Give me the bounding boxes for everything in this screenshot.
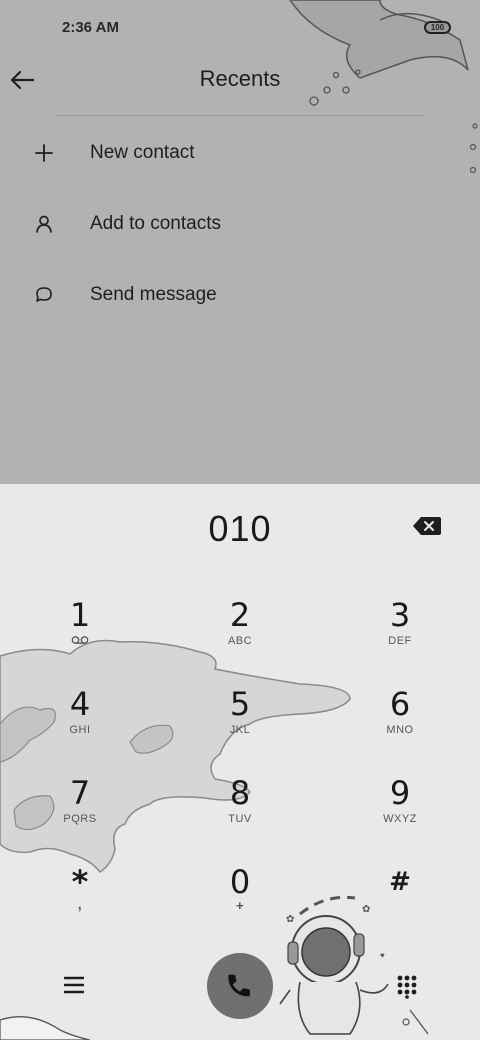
person-icon xyxy=(36,215,52,233)
key-2[interactable]: 2 ABC xyxy=(180,597,300,677)
key-star[interactable]: * , xyxy=(20,864,140,944)
dialer-panel: ✿ ♥ ✿ 010 1 2 ABC 3 DEF 4 GHI 5 JKL 6 MN… xyxy=(0,484,480,1040)
hamburger-menu-icon xyxy=(64,976,84,994)
key-9[interactable]: 9 WXYZ xyxy=(340,775,460,855)
key-hash[interactable]: # xyxy=(340,864,460,944)
call-button[interactable] xyxy=(207,953,273,1019)
key-digit: 9 xyxy=(389,774,411,812)
key-digit: 4 xyxy=(69,685,91,723)
new-contact-item[interactable]: New contact xyxy=(0,128,430,178)
key-6[interactable]: 6 MNO xyxy=(340,686,460,766)
dialed-number[interactable]: 010 xyxy=(0,508,480,550)
key-digit: # xyxy=(389,867,411,897)
key-0[interactable]: 0 + xyxy=(180,864,300,944)
key-digit: 8 xyxy=(229,774,251,812)
status-time: 2:36 AM xyxy=(62,19,119,36)
backspace-button[interactable] xyxy=(410,514,444,538)
key-letters: WXYZ xyxy=(383,813,417,825)
key-digit: 6 xyxy=(389,685,411,723)
title-divider xyxy=(56,115,424,116)
key-8[interactable]: 8 TUV xyxy=(180,775,300,855)
key-digit: 0 xyxy=(229,863,251,901)
key-letters: + xyxy=(235,898,245,913)
add-to-contacts-label: Add to contacts xyxy=(90,213,221,234)
dialpad-icon xyxy=(397,975,417,999)
keypad-toggle-button[interactable] xyxy=(390,970,424,1004)
key-letters: GHI xyxy=(69,724,91,736)
backspace-icon xyxy=(413,517,441,535)
svg-text:♥: ♥ xyxy=(380,951,385,960)
plus-icon xyxy=(35,144,53,162)
key-digit: 1 xyxy=(69,596,91,634)
phone-icon xyxy=(228,974,250,997)
key-letters: JKL xyxy=(229,724,251,736)
key-1[interactable]: 1 xyxy=(20,597,140,677)
send-message-label: Send message xyxy=(90,284,217,305)
key-7[interactable]: 7 PQRS xyxy=(20,775,140,855)
key-letters: , xyxy=(77,896,83,912)
key-letters: TUV xyxy=(228,813,252,825)
key-3[interactable]: 3 DEF xyxy=(340,597,460,677)
add-to-contacts-item[interactable]: Add to contacts xyxy=(0,199,430,249)
key-letters: PQRS xyxy=(63,813,97,825)
battery-icon: 100 xyxy=(424,21,451,34)
key-digit: 3 xyxy=(389,596,411,634)
key-letters: MNO xyxy=(386,724,414,736)
chat-bubble-icon xyxy=(36,287,52,302)
voicemail-icon xyxy=(71,636,89,644)
recents-panel: 2:36 AM 100 Recents New contact Add to c… xyxy=(0,0,480,484)
key-4[interactable]: 4 GHI xyxy=(20,686,140,766)
key-letters: DEF xyxy=(388,635,412,647)
key-digit: 7 xyxy=(69,774,91,812)
planet-edge-illustration xyxy=(0,1016,90,1040)
menu-button[interactable] xyxy=(56,970,92,1000)
key-digit: * xyxy=(71,863,89,901)
key-letters: ABC xyxy=(227,635,253,647)
key-digit: 2 xyxy=(229,596,251,634)
new-contact-label: New contact xyxy=(90,142,195,163)
key-5[interactable]: 5 JKL xyxy=(180,686,300,766)
send-message-item[interactable]: Send message xyxy=(0,270,430,320)
key-digit: 5 xyxy=(229,685,251,723)
page-title: Recents xyxy=(199,66,281,91)
